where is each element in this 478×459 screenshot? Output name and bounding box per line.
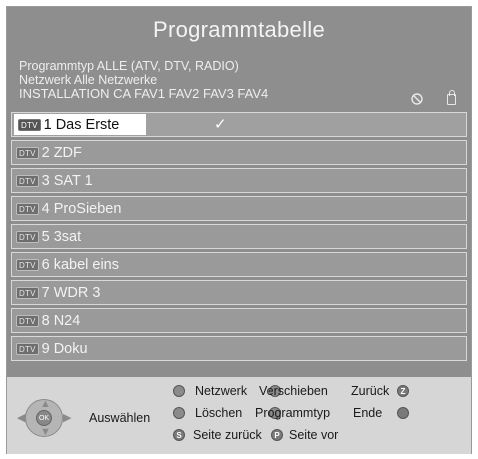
arrow-up-icon: ▲: [40, 398, 51, 410]
network-line: Netzwerk Alle Netzwerke: [19, 73, 158, 87]
dtv-badge: DTV: [16, 146, 39, 159]
channel-row[interactable]: DTV 9 Doku: [11, 336, 467, 361]
exit-label: Ende: [353, 406, 383, 420]
exit-button-icon: [397, 407, 409, 419]
program-type-label: Programmtyp: [255, 406, 331, 420]
red-button-icon: [173, 385, 185, 397]
attribute-columns-line: INSTALLATION CA FAV1 FAV2 FAV3 FAV4: [19, 86, 269, 101]
page-title: Programmtabelle: [152, 17, 325, 42]
lock-icon: [447, 90, 456, 108]
select-label: Auswählen: [89, 411, 151, 425]
channel-row[interactable]: DTV 6 kabel eins: [11, 252, 467, 277]
channel-row[interactable]: DTV 1 Das Erste ✓: [11, 112, 467, 137]
program-table-screen: Programmtabelle Programmtyp ALLE (ATV, D…: [6, 6, 472, 454]
channel-label: 9 Doku: [41, 340, 88, 357]
channel-row[interactable]: DTV 7 WDR 3: [11, 280, 467, 305]
channel-row[interactable]: DTV 5 3sat: [11, 224, 467, 249]
channel-row[interactable]: DTV 4 ProSieben: [11, 196, 467, 221]
channel-row[interactable]: DTV 8 N24: [11, 308, 467, 333]
dtv-badge: DTV: [16, 314, 39, 327]
dtv-badge: DTV: [16, 342, 39, 355]
dtv-badge: DTV: [16, 174, 39, 187]
yellow-button-icon: [173, 407, 185, 419]
dpad-icon: ▲ ▼ ◀ ▶ OK: [17, 398, 72, 438]
no-entry-icon: [411, 93, 423, 108]
page-back-label: Seite zurück: [193, 428, 262, 442]
filter-info: Programmtyp ALLE (ATV, DTV, RADIO) Netzw…: [19, 59, 268, 101]
arrow-down-icon: ▼: [40, 426, 51, 438]
s-button-icon: S: [173, 429, 185, 441]
channel-row[interactable]: DTV 3 SAT 1: [11, 168, 467, 193]
dtv-badge: DTV: [16, 230, 39, 243]
program-type-line: Programmtyp ALLE (ATV, DTV, RADIO): [19, 59, 239, 73]
p-button-icon: P: [271, 429, 283, 441]
z-button-icon: Z: [397, 385, 409, 397]
channel-label: 8 N24: [41, 312, 81, 329]
channel-list: DTV 1 Das Erste ✓ DTV 2 ZDF DTV 3 SAT 1 …: [11, 112, 467, 364]
ok-button-icon: OK: [36, 410, 52, 426]
page-forward-label: Seite vor: [289, 428, 339, 442]
button-legend: ▲ ▼ ◀ ▶ OK Auswählen Netzwerk Verschiebe…: [7, 377, 471, 454]
channel-row[interactable]: DTV 2 ZDF: [11, 140, 467, 165]
dtv-badge: DTV: [16, 202, 39, 215]
channel-label: 7 WDR 3: [41, 284, 101, 301]
dtv-badge: DTV: [16, 258, 39, 271]
network-label: Netzwerk: [195, 384, 248, 398]
arrow-left-icon: ◀: [17, 412, 26, 424]
channel-label: 3 SAT 1: [41, 172, 93, 189]
dtv-badge: DTV: [16, 286, 39, 299]
channel-label: 4 ProSieben: [41, 200, 122, 217]
channel-label: 2 ZDF: [41, 144, 82, 161]
channel-row-selected-box: DTV 1 Das Erste: [14, 114, 146, 135]
delete-label: Löschen: [195, 406, 243, 420]
channel-label: 6 kabel eins: [41, 256, 119, 273]
dtv-badge: DTV: [18, 118, 41, 131]
checkmark-icon: ✓: [214, 116, 227, 133]
arrow-right-icon: ▶: [63, 412, 72, 424]
channel-label: 1 Das Erste: [43, 116, 120, 133]
move-label: Verschieben: [259, 384, 328, 398]
back-label: Zurück: [351, 384, 390, 398]
channel-label: 5 3sat: [41, 228, 82, 245]
